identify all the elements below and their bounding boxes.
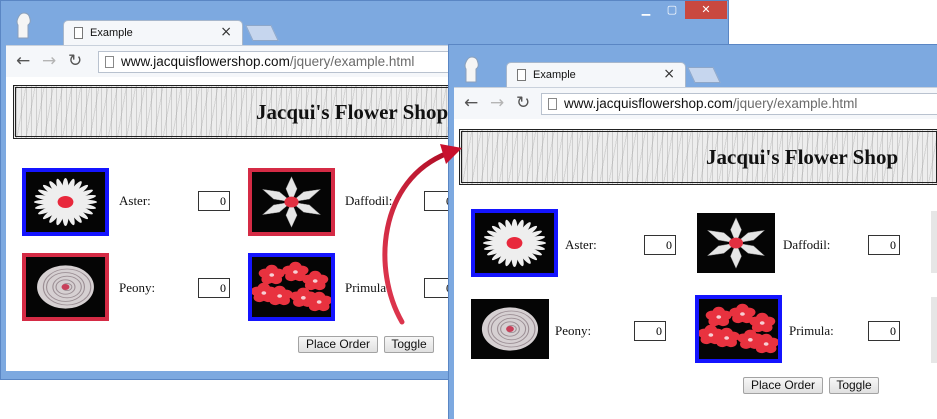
toggle-button[interactable]: Toggle (384, 336, 434, 353)
daffodil-image (697, 213, 775, 273)
primula-image (248, 253, 335, 321)
back-arrow-icon[interactable]: ← (464, 93, 478, 113)
place-order-button[interactable]: Place Order (298, 336, 378, 353)
page-content: Jacqui's Flower Shop Aster: 0 Daffodil: … (454, 119, 937, 419)
toggle-button[interactable]: Toggle (829, 377, 879, 394)
tab-title: Example (533, 69, 576, 81)
peony-label: Peony: (119, 280, 156, 295)
new-tab-button[interactable] (687, 67, 721, 83)
forward-arrow-icon[interactable]: → (42, 51, 56, 71)
aster-quantity-input[interactable]: 0 (198, 191, 230, 211)
shop-title: Jacqui's Flower Shop (256, 100, 449, 124)
reload-icon[interactable]: ↻ (516, 93, 530, 113)
aster-image (22, 168, 109, 236)
tab-close-icon[interactable]: × (220, 24, 232, 40)
url-path: /jquery/example.html (732, 96, 858, 111)
page-icon (105, 56, 114, 68)
scrollbar[interactable] (931, 297, 937, 363)
browser-toolbar: ← → ↻ www.jacquisflowershop.com/jquery/e… (454, 87, 937, 119)
url-host: www.jacquisflowershop.com (121, 54, 290, 69)
aster-label: Aster: (565, 237, 597, 252)
peony-image (471, 299, 549, 359)
browser-window-after: Example × ← → ↻ www.jacquisflowershop.co… (448, 44, 937, 419)
peony-quantity-input[interactable]: 0 (198, 278, 230, 298)
tab-close-icon[interactable]: × (663, 66, 675, 82)
primula-image (695, 295, 782, 363)
url-path: /jquery/example.html (289, 54, 415, 69)
url-host: www.jacquisflowershop.com (564, 96, 733, 111)
new-tab-button[interactable] (245, 25, 279, 41)
url-text: www.jacquisflowershop.com/jquery/example… (564, 96, 857, 111)
shop-title: Jacqui's Flower Shop (706, 145, 899, 169)
aster-label: Aster: (119, 193, 151, 208)
peony-quantity-input[interactable]: 0 (634, 321, 666, 341)
tab-title: Example (90, 27, 133, 39)
close-icon[interactable]: ✕ (685, 1, 727, 19)
page-icon (548, 98, 557, 110)
address-bar[interactable]: www.jacquisflowershop.com/jquery/example… (541, 93, 937, 115)
shop-banner: Jacqui's Flower Shop (459, 129, 937, 185)
title-bar: Example × ▁ ▢ ✕ (1, 1, 728, 46)
scrollbar[interactable] (931, 211, 937, 273)
maximize-icon[interactable]: ▢ (659, 1, 685, 19)
daffodil-quantity-input[interactable]: 0 (868, 235, 900, 255)
forward-arrow-icon[interactable]: → (490, 93, 504, 113)
reload-icon[interactable]: ↻ (68, 51, 82, 71)
place-order-button[interactable]: Place Order (743, 377, 823, 394)
browser-tab[interactable]: Example × (63, 20, 243, 46)
page-icon (74, 27, 83, 39)
back-arrow-icon[interactable]: ← (16, 51, 30, 71)
peony-label: Peony: (555, 323, 592, 338)
minimize-icon[interactable]: ▁ (633, 1, 659, 19)
aster-image (471, 209, 558, 277)
page-icon (517, 69, 526, 81)
daffodil-label: Daffodil: (783, 237, 831, 252)
daffodil-image (248, 168, 335, 236)
primula-label: Primula: (789, 323, 834, 338)
user-profile-icon[interactable] (463, 55, 480, 83)
url-text: www.jacquisflowershop.com/jquery/example… (121, 54, 414, 69)
primula-quantity-input[interactable]: 0 (868, 321, 900, 341)
daffodil-label: Daffodil: (345, 193, 393, 208)
peony-image (22, 253, 109, 321)
title-bar: Example × (449, 45, 937, 89)
primula-label: Primula: (345, 280, 390, 295)
browser-tab[interactable]: Example × (506, 62, 686, 88)
user-profile-icon[interactable] (15, 11, 32, 39)
aster-quantity-input[interactable]: 0 (644, 235, 676, 255)
